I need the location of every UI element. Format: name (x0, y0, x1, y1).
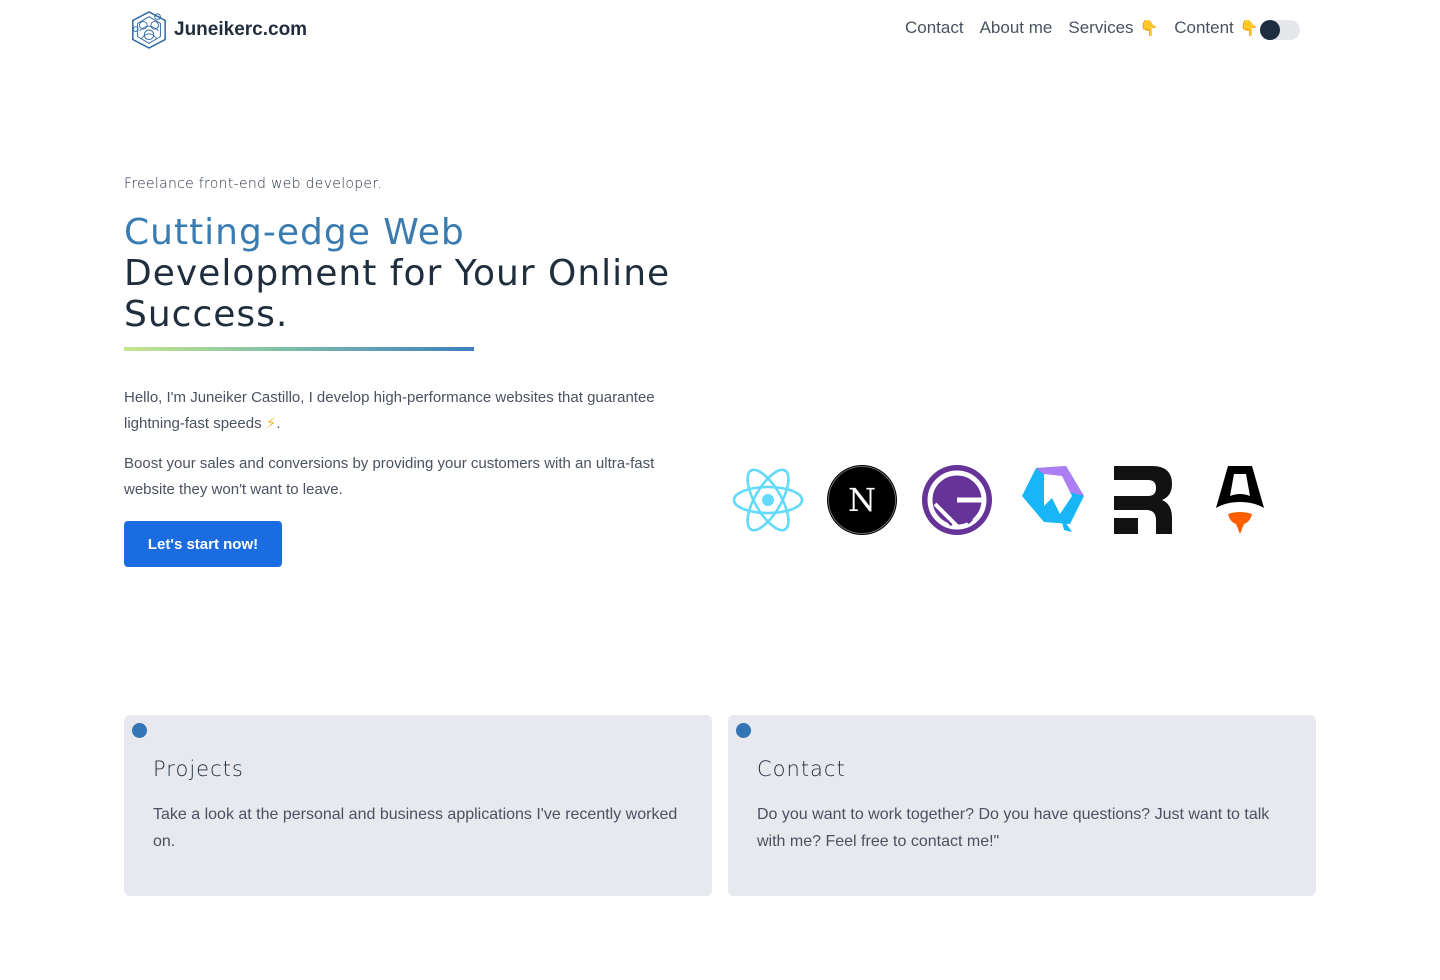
nav-services[interactable]: Services 👇 (1068, 18, 1158, 38)
toggle-knob (1260, 20, 1280, 40)
hero-title-rest: Development for Your Online Success. (124, 253, 671, 335)
start-now-button[interactable]: Let's start now! (124, 521, 282, 567)
nextjs-letter: N (848, 481, 876, 519)
brain-logo-icon (132, 11, 166, 49)
qwik-icon (1014, 462, 1090, 538)
hero-intro-paragraph: Hello, I'm Juneiker Castillo, I develop … (124, 385, 684, 437)
hero-intro-text: Hello, I'm Juneiker Castillo, I develop … (124, 389, 655, 432)
lightning-icon: ⚡ (265, 415, 277, 432)
nav-about-me[interactable]: About me (980, 18, 1053, 38)
site-name: Juneikerc.com (174, 19, 308, 40)
hero-eyebrow: Freelance front-end web developer. (124, 176, 382, 192)
remix-icon (1108, 462, 1184, 538)
astro-icon (1202, 462, 1278, 538)
gradient-underline (124, 347, 474, 351)
site-header: Juneikerc.com Contact About me Services … (0, 0, 1440, 62)
hero-title-accent: Cutting-edge Web (124, 212, 465, 253)
contact-card-title: Contact (757, 757, 846, 781)
hero-second-paragraph: Boost your sales and conversions by prov… (124, 455, 655, 498)
pointing-down-icon: 👇 (1239, 20, 1259, 37)
main-nav: Contact About me Services 👇 Content 👇 (905, 18, 1274, 38)
projects-card[interactable]: Projects Take a look at the personal and… (124, 715, 712, 896)
contact-card[interactable]: Contact Do you want to work together? Do… (728, 715, 1316, 896)
projects-card-text: Take a look at the personal and business… (153, 806, 678, 850)
gatsby-icon (919, 462, 995, 538)
projects-card-title: Projects (153, 757, 244, 781)
card-dot (132, 723, 147, 738)
nav-content-label: Content (1174, 18, 1234, 37)
tech-logos: N (730, 462, 1290, 538)
card-dot (736, 723, 751, 738)
react-icon (730, 462, 806, 538)
hero-title: Cutting-edge Web Development for Your On… (124, 212, 704, 335)
site-logo-link[interactable]: Juneikerc.com (130, 10, 307, 50)
pointing-down-icon: 👇 (1139, 20, 1159, 37)
nav-services-label: Services (1068, 18, 1134, 37)
nextjs-icon: N (824, 462, 900, 538)
dark-mode-toggle[interactable] (1260, 20, 1300, 40)
nav-about-label: About me (979, 18, 1053, 37)
nav-contact[interactable]: Contact (905, 18, 964, 38)
hero-intro-period: . (276, 415, 281, 432)
contact-card-text: Do you want to work together? Do you hav… (757, 806, 1270, 850)
nav-contact-label: Contact (905, 18, 964, 37)
nav-content[interactable]: Content 👇 (1174, 18, 1258, 38)
